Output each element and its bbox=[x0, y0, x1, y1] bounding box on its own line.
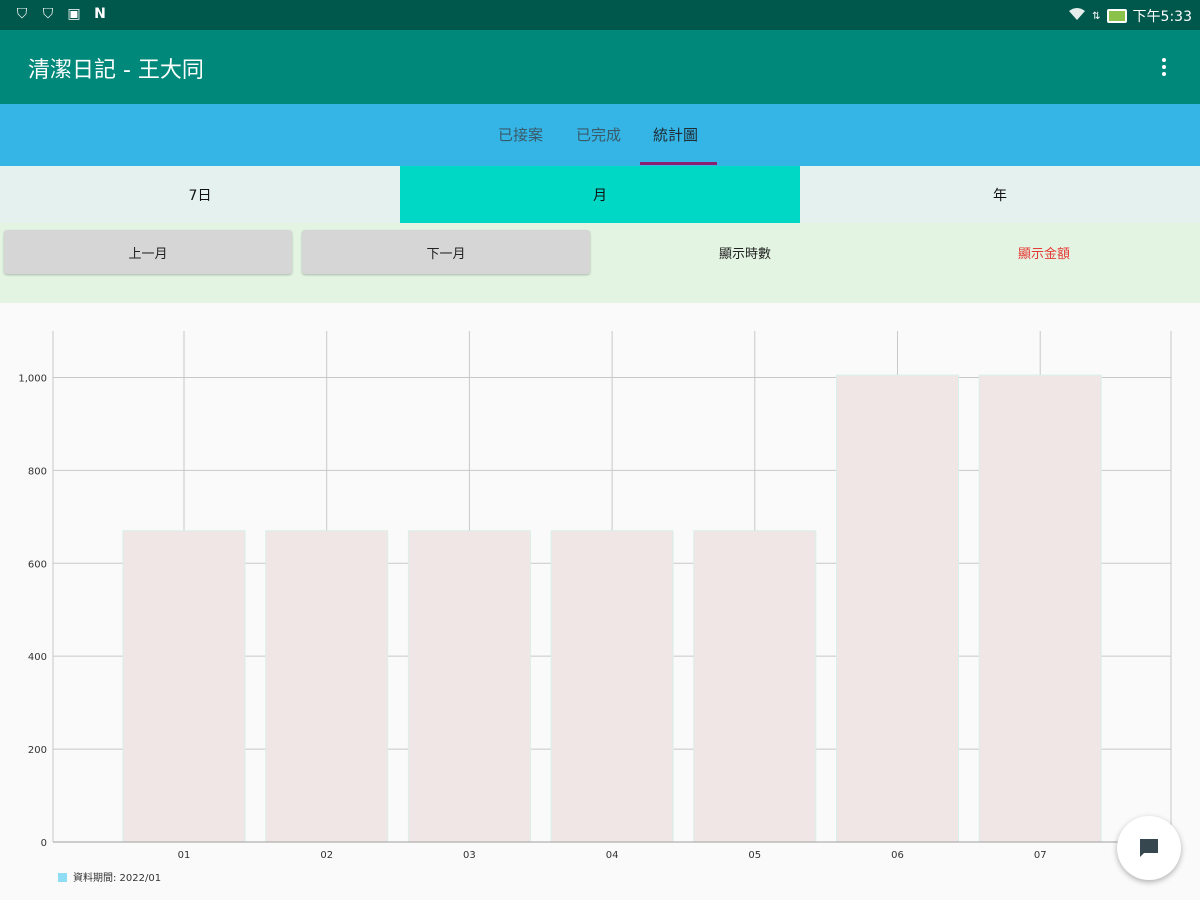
tab-statistics[interactable]: 統計圖 bbox=[653, 124, 698, 145]
wifi-icon bbox=[1068, 7, 1086, 25]
bar bbox=[122, 530, 246, 843]
chat-fab-button[interactable] bbox=[1117, 816, 1181, 880]
chart-svg: 0 200 400 600 800 1,000 01 02 03 04 05 06 07 資料期間: 20… bbox=[18, 331, 1172, 884]
y-tick-label: 1,000 bbox=[18, 373, 47, 384]
tab-completed[interactable]: 已完成 bbox=[576, 124, 621, 145]
battery-charging-icon bbox=[1106, 9, 1127, 23]
y-tick-label: 400 bbox=[28, 652, 47, 663]
legend-swatch bbox=[58, 873, 67, 882]
period-year[interactable]: 年 bbox=[800, 166, 1200, 223]
y-tick-label: 0 bbox=[41, 838, 47, 849]
x-tick-label: 06 bbox=[891, 850, 904, 861]
chat-icon bbox=[1140, 839, 1158, 857]
x-tick-label: 07 bbox=[1034, 850, 1047, 861]
period-selector: 7日 月 年 bbox=[0, 166, 1200, 223]
x-tick-label: 02 bbox=[320, 850, 333, 861]
bar bbox=[407, 530, 531, 843]
x-tick-label: 04 bbox=[606, 850, 619, 861]
show-amount-toggle[interactable]: 顯示金額 bbox=[1018, 243, 1070, 262]
shield-icon: ⛉ bbox=[42, 6, 54, 22]
shield-icon: ⛉ bbox=[16, 6, 28, 22]
tab-indicator bbox=[640, 162, 717, 165]
period-month[interactable]: 月 bbox=[400, 166, 800, 223]
x-tick-label: 03 bbox=[463, 850, 476, 861]
status-time: 下午5:33 bbox=[1132, 9, 1192, 25]
app-title: 清潔日記 - 王大同 bbox=[28, 58, 204, 83]
bar bbox=[978, 374, 1102, 843]
control-row: 上一月 下一月 顯示時數 顯示金額 bbox=[0, 223, 1200, 303]
period-7-days[interactable]: 7日 bbox=[0, 166, 400, 223]
x-tick-label: 05 bbox=[748, 850, 761, 861]
tab-bar: 已接案 已完成 統計圖 bbox=[0, 104, 1200, 166]
y-tick-label: 600 bbox=[28, 559, 47, 570]
signal-icon: ⇅ bbox=[1092, 10, 1101, 22]
x-tick-label: 01 bbox=[178, 850, 191, 861]
app-bar: 清潔日記 - 王大同 bbox=[0, 30, 1200, 104]
status-bar: ⛉ ⛉ ▣ N ⇅ 下午5:33 bbox=[0, 0, 1200, 30]
bar bbox=[265, 530, 389, 843]
bar-chart: 0 200 400 600 800 1,000 01 02 03 04 05 06 07 資料期間: 20… bbox=[0, 303, 1200, 900]
show-hours-toggle[interactable]: 顯示時數 bbox=[719, 243, 771, 262]
bar bbox=[550, 530, 674, 843]
previous-month-button[interactable]: 上一月 bbox=[4, 230, 292, 274]
y-tick-label: 200 bbox=[28, 745, 47, 756]
y-tick-label: 800 bbox=[28, 466, 47, 477]
bar bbox=[836, 374, 959, 843]
image-icon: ▣ bbox=[67, 6, 81, 22]
n-icon: N bbox=[94, 6, 106, 22]
next-month-button[interactable]: 下一月 bbox=[302, 230, 590, 274]
more-vert-icon[interactable] bbox=[1154, 52, 1174, 82]
bar bbox=[693, 530, 817, 843]
legend-label: 資料期間: 2022/01 bbox=[73, 871, 161, 884]
tab-accepted[interactable]: 已接案 bbox=[498, 124, 543, 145]
